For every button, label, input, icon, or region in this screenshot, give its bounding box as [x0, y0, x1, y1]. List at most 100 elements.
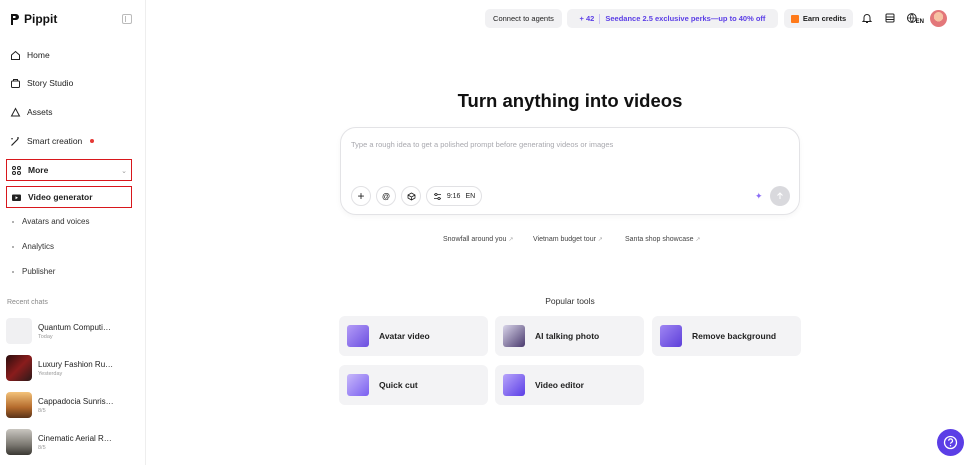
chat-title: Luxury Fashion Ru… — [38, 359, 114, 369]
tool-label: Remove background — [692, 331, 777, 341]
bullet — [12, 270, 14, 273]
send-button[interactable] — [770, 186, 790, 206]
sidebar-item-label: More — [28, 165, 49, 175]
talking-photo-thumbnail — [503, 325, 525, 347]
popular-tools-heading: Popular tools — [545, 296, 595, 306]
suggestion-chip[interactable]: Vietnam budget tour ↗ — [533, 236, 603, 243]
chat-title: Cinematic Aerial R… — [38, 433, 112, 443]
logo[interactable]: Pippit — [10, 12, 57, 26]
sidebar-subitem-analytics[interactable]: Analytics — [12, 242, 54, 251]
language-globe-icon[interactable]: EN — [906, 11, 924, 25]
bell-icon[interactable] — [860, 11, 874, 25]
chat-date: Yesterday — [38, 370, 63, 377]
video-icon — [11, 192, 22, 203]
arrow-icon: ↗ — [695, 237, 701, 243]
avatar[interactable] — [930, 10, 947, 27]
chat-title: Quantum Computi… — [38, 322, 111, 332]
chat-thumbnail — [6, 318, 32, 344]
tool-label: Avatar video — [379, 331, 430, 341]
earn-credits-label: Earn credits — [802, 14, 847, 23]
prompt-composer: + @ 9:16 EN ✦ — [340, 127, 800, 215]
tool-ai-talking-photo[interactable]: AI talking photo — [495, 316, 644, 356]
aspect-ratio-label: 9:16 — [446, 192, 461, 200]
arrow-icon: ↗ — [508, 237, 514, 243]
language-label: EN — [465, 192, 476, 200]
chat-date: 8/5 — [38, 407, 46, 414]
connect-agents-button[interactable]: Connect to agents — [485, 9, 562, 28]
sidebar-item-story-studio[interactable]: Story Studio — [6, 72, 132, 94]
add-attachment-button[interactable]: + — [351, 186, 371, 206]
chat-thumbnail — [6, 392, 32, 418]
sliders-icon — [433, 192, 441, 200]
bullet — [12, 220, 14, 223]
sidebar-item-video-generator[interactable]: Video generator — [6, 186, 132, 208]
grid-icon — [11, 165, 22, 176]
sidebar-item-label: Story Studio — [27, 78, 74, 88]
language-label: EN — [915, 19, 924, 25]
tool-quick-cut[interactable]: Quick cut — [339, 365, 488, 405]
tool-remove-background[interactable]: Remove background — [652, 316, 801, 356]
suggestion-chip[interactable]: Santa shop showcase ↗ — [625, 236, 701, 243]
chat-thumbnail — [6, 355, 32, 381]
suggestion-label: Snowfall around you — [443, 236, 507, 243]
notification-dot — [90, 139, 95, 143]
tool-video-editor[interactable]: Video editor — [495, 365, 644, 405]
sidebar-item-label: Assets — [27, 107, 53, 117]
inbox-icon[interactable] — [883, 11, 897, 25]
sidebar-item-assets[interactable]: Assets — [6, 101, 132, 123]
tool-avatar-video[interactable]: Avatar video — [339, 316, 488, 356]
sidebar-subitem-label: Avatars and voices — [22, 217, 90, 226]
divider — [599, 13, 601, 24]
perks-label: Seedance 2.5 exclusive perks—up to 40% o… — [605, 14, 766, 23]
sidebar-subitem-publisher[interactable]: Publisher — [12, 267, 55, 276]
cloud-icon — [10, 106, 21, 118]
sidebar-item-home[interactable]: Home — [6, 44, 132, 66]
sidebar-subitem-label: Analytics — [22, 242, 55, 251]
sidebar-subitem-label: Publisher — [22, 267, 56, 276]
chevron-down-icon: ⌄ — [121, 168, 127, 175]
chat-title: Cappadocia Sunris… — [38, 396, 114, 406]
plus-icon: + — [357, 189, 365, 203]
prompt-input[interactable] — [351, 140, 781, 149]
video-editor-thumbnail — [503, 374, 525, 396]
sidebar-item-more[interactable]: More ⌄ — [6, 159, 132, 181]
tool-label: Quick cut — [379, 380, 418, 390]
pippit-logo-icon — [11, 13, 19, 25]
tool-label: Video editor — [535, 380, 584, 390]
tool-label: AI talking photo — [535, 331, 600, 341]
perks-banner[interactable]: + 42 Seedance 2.5 exclusive perks—up to … — [567, 9, 778, 28]
recent-chat-item[interactable]: Luxury Fashion Ru… Yesterday — [6, 354, 140, 382]
sidebar-item-smart-creation[interactable]: Smart creation — [6, 130, 132, 152]
page-title: Turn anything into videos — [457, 90, 683, 111]
sparkle-icon[interactable]: ✦ — [755, 191, 763, 202]
bullet — [12, 245, 14, 248]
settings-button[interactable]: 9:16 EN — [426, 186, 482, 206]
sidebar-collapse-icon[interactable] — [122, 14, 132, 24]
credits-count: + 42 — [579, 14, 595, 23]
chat-date: 8/5 — [38, 444, 46, 451]
chat-thumbnail — [6, 429, 32, 455]
brand-name: Pippit — [24, 12, 58, 26]
recent-chat-item[interactable]: Quantum Computi… Today — [6, 317, 140, 345]
sidebar-subitem-avatars[interactable]: Avatars and voices — [12, 217, 89, 226]
gift-icon — [790, 14, 799, 23]
suggestion-label: Santa shop showcase — [625, 236, 694, 243]
earn-credits-button[interactable]: Earn credits — [784, 9, 853, 28]
home-icon — [10, 50, 21, 61]
sidebar-item-label: Home — [27, 50, 50, 60]
help-icon — [943, 435, 958, 450]
app-root: Pippit Home Story Studio Assets Smart cr… — [0, 0, 975, 465]
at-icon: @ — [382, 191, 390, 201]
story-icon — [10, 78, 21, 89]
avatar-video-thumbnail — [347, 325, 369, 347]
help-button[interactable] — [937, 429, 964, 456]
recent-chat-item[interactable]: Cinematic Aerial R… 8/5 — [6, 428, 140, 456]
mention-button[interactable]: @ — [376, 186, 396, 206]
suggestion-label: Vietnam budget tour — [533, 236, 596, 243]
sidebar-item-label: Smart creation — [27, 136, 83, 146]
recent-chat-item[interactable]: Cappadocia Sunris… 8/5 — [6, 391, 140, 419]
suggestion-chip[interactable]: Snowfall around you ↗ — [443, 236, 513, 243]
model-button[interactable] — [401, 186, 421, 206]
recent-chats-label: Recent chats — [7, 299, 48, 306]
sidebar-item-label: Video generator — [28, 192, 93, 202]
